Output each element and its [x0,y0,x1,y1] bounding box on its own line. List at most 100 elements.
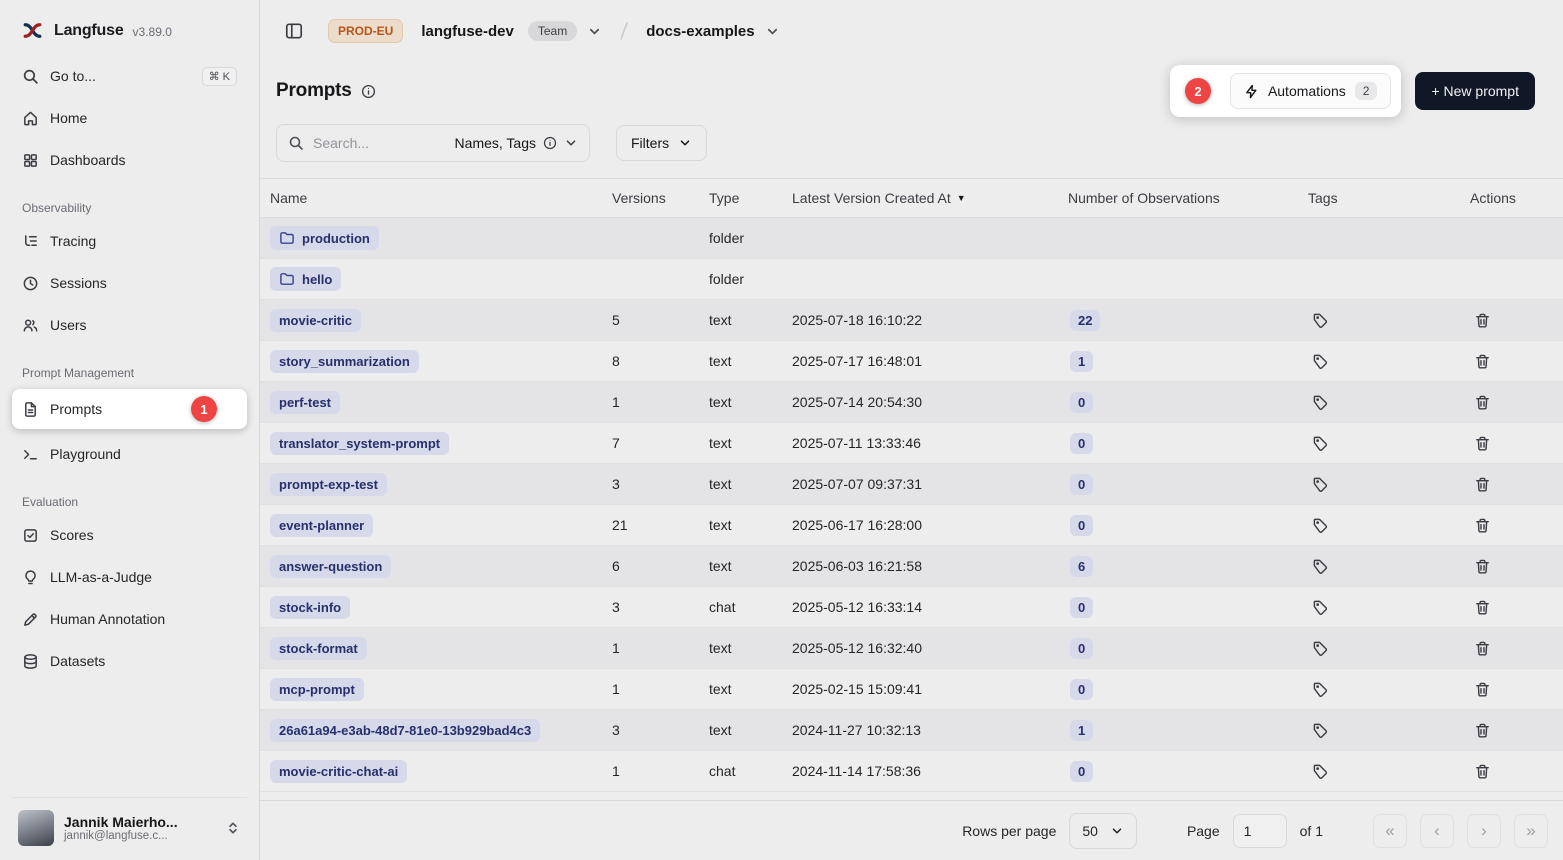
prompt-name-badge[interactable]: movie-critic-chat-ai [270,760,407,783]
sidebar-item-users[interactable]: Users [12,308,247,342]
prompt-name-badge[interactable]: perf-test [270,391,340,414]
delete-button[interactable] [1470,718,1495,743]
actions-cell [1470,595,1563,620]
delete-button[interactable] [1470,554,1495,579]
sidebar-item-dashboards[interactable]: Dashboards [12,143,247,177]
prompt-name-badge[interactable]: event-planner [270,514,373,537]
delete-button[interactable] [1470,636,1495,661]
sidebar-item-sessions[interactable]: Sessions [12,266,247,300]
table-row[interactable]: prompt-exp-test 3 text 2025-07-07 09:37:… [260,464,1563,505]
delete-button[interactable] [1470,595,1495,620]
project-switcher-chevron-icon[interactable] [765,24,780,39]
tag-button[interactable] [1308,554,1333,579]
automations-button[interactable]: Automations 2 [1230,73,1392,109]
prompt-name-badge[interactable]: mcp-prompt [270,678,364,701]
table-row[interactable]: perf-test 1 text 2025-07-14 20:54:30 0 [260,382,1563,423]
environment-badge[interactable]: PROD-EU [328,19,403,43]
table-body: production folder hello folder [260,218,1563,792]
delete-button[interactable] [1470,472,1495,497]
column-header-tags[interactable]: Tags [1308,190,1470,206]
rows-per-page-select[interactable]: 50 [1069,813,1137,849]
delete-button[interactable] [1470,759,1495,784]
table-row[interactable]: event-planner 21 text 2025-06-17 16:28:0… [260,505,1563,546]
delete-button[interactable] [1470,677,1495,702]
user-menu[interactable]: Jannik Maierho... jannik@langfuse.c... [12,797,247,860]
tags-cell [1308,677,1470,702]
table-row[interactable]: stock-format 1 text 2025-05-12 16:32:40 … [260,628,1563,669]
table-row[interactable]: production folder [260,218,1563,259]
last-page-button[interactable]: » [1514,814,1548,848]
tag-button[interactable] [1308,472,1333,497]
tag-button[interactable] [1308,308,1333,333]
filters-button[interactable]: Filters [616,125,707,161]
prompt-name-badge[interactable]: 26a61a94-e3ab-48d7-81e0-13b929bad4c3 [270,719,540,742]
sidebar-item-prompts[interactable]: Prompts 1 [12,389,247,429]
tag-button[interactable] [1308,595,1333,620]
prompt-name-badge[interactable]: story_summarization [270,350,419,373]
search-input[interactable]: Search... Names, Tags [276,124,590,162]
delete-button[interactable] [1470,308,1495,333]
prev-page-button[interactable]: ‹ [1420,814,1454,848]
tag-button[interactable] [1308,390,1333,415]
tag-button[interactable] [1308,718,1333,743]
prompt-name-badge[interactable]: movie-critic [270,309,361,332]
delete-button[interactable] [1470,431,1495,456]
created-at-cell: 2025-07-18 16:10:22 [792,312,1068,328]
column-header-type[interactable]: Type [709,190,792,206]
prompt-name-badge[interactable]: translator_system-prompt [270,432,449,455]
table-row[interactable]: mcp-prompt 1 text 2025-02-15 15:09:41 0 [260,669,1563,710]
goto-search[interactable]: Go to... ⌘ K [12,59,247,93]
table-row[interactable]: answer-question 6 text 2025-06-03 16:21:… [260,546,1563,587]
page-title: Prompts [276,80,352,102]
app-logo: Langfuse v3.89.0 [12,10,247,59]
prompt-name: mcp-prompt [279,682,355,697]
org-switcher-chevron-icon[interactable] [587,24,602,39]
info-icon[interactable] [361,84,376,99]
tag-button[interactable] [1308,513,1333,538]
column-header-name[interactable]: Name [270,190,612,206]
column-header-created-at[interactable]: Latest Version Created At ▼ [792,190,1068,206]
prompt-name-badge[interactable]: prompt-exp-test [270,473,387,496]
table-row[interactable]: 26a61a94-e3ab-48d7-81e0-13b929bad4c3 3 t… [260,710,1563,751]
page-number-input[interactable]: 1 [1233,814,1287,848]
org-name[interactable]: langfuse-dev [421,23,514,40]
prompt-name-badge[interactable]: hello [270,267,341,291]
actions-cell [1470,759,1563,784]
delete-button[interactable] [1470,349,1495,374]
observations-cell: 0 [1068,474,1308,495]
table-row[interactable]: hello folder [260,259,1563,300]
sidebar-item-playground[interactable]: Playground [12,437,247,471]
tag-button[interactable] [1308,349,1333,374]
table-row[interactable]: movie-critic 5 text 2025-07-18 16:10:22 … [260,300,1563,341]
table-row[interactable]: stock-info 3 chat 2025-05-12 16:33:14 0 [260,587,1563,628]
chevron-down-icon [678,136,692,150]
tag-button[interactable] [1308,759,1333,784]
first-page-button[interactable]: « [1373,814,1407,848]
search-scope-select[interactable]: Names, Tags [455,135,578,151]
delete-button[interactable] [1470,390,1495,415]
prompt-name-badge[interactable]: answer-question [270,555,391,578]
next-page-button[interactable]: › [1467,814,1501,848]
delete-button[interactable] [1470,513,1495,538]
prompt-name-badge[interactable]: stock-info [270,596,350,619]
column-header-observations[interactable]: Number of Observations [1068,190,1308,206]
project-name[interactable]: docs-examples [646,23,754,40]
sidebar-item-human-annotation[interactable]: Human Annotation [12,602,247,636]
sidebar-item-datasets[interactable]: Datasets [12,644,247,678]
new-prompt-button[interactable]: + New prompt [1415,72,1535,110]
table-row[interactable]: movie-critic-chat-ai 1 chat 2024-11-14 1… [260,751,1563,792]
table-row[interactable]: story_summarization 8 text 2025-07-17 16… [260,341,1563,382]
main-content: PROD-EU langfuse-dev Team docs-examples … [260,0,1563,860]
table-row[interactable]: translator_system-prompt 7 text 2025-07-… [260,423,1563,464]
sidebar-item-llm-as-a-judge[interactable]: LLM-as-a-Judge [12,560,247,594]
sidebar-item-tracing[interactable]: Tracing [12,224,247,258]
column-header-versions[interactable]: Versions [612,190,709,206]
tag-button[interactable] [1308,431,1333,456]
prompt-name-badge[interactable]: stock-format [270,637,367,660]
sidebar-item-scores[interactable]: Scores [12,518,247,552]
sidebar-item-home[interactable]: Home [12,101,247,135]
prompt-name-badge[interactable]: production [270,226,379,250]
tag-button[interactable] [1308,677,1333,702]
sidebar-toggle-button[interactable] [280,17,308,45]
tag-button[interactable] [1308,636,1333,661]
